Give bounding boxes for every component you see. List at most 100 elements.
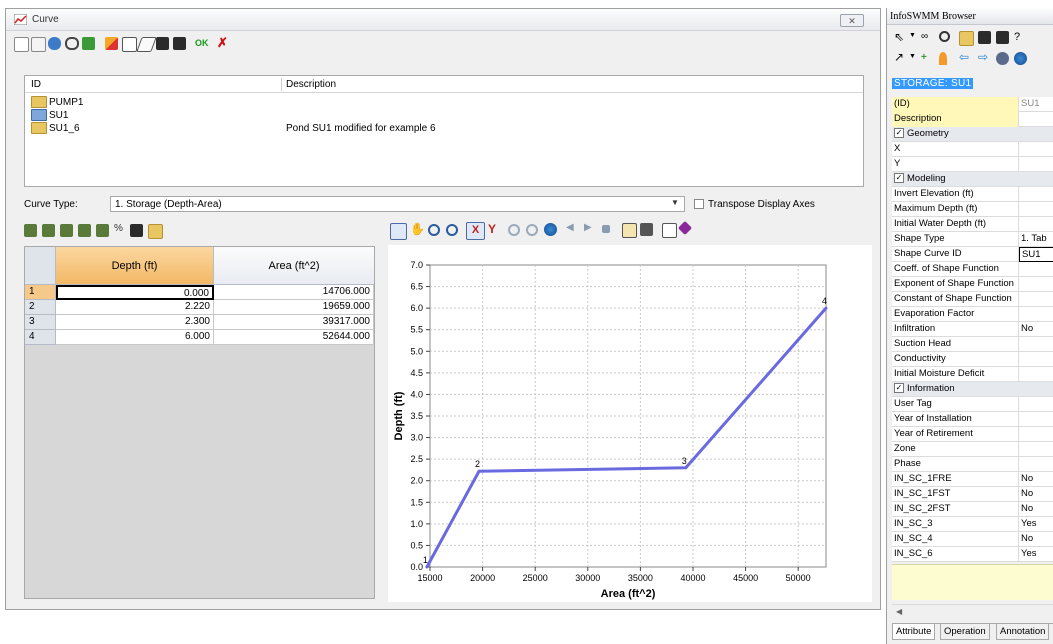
- property-row[interactable]: IN_SC_6 Yes: [892, 547, 1053, 562]
- property-row[interactable]: User Tag: [892, 397, 1053, 412]
- eraser-icon[interactable]: [136, 37, 157, 52]
- delete-element-icon[interactable]: [996, 52, 1009, 65]
- depth-cell[interactable]: 0.000: [56, 285, 214, 300]
- link-icon[interactable]: [65, 37, 79, 50]
- property-row[interactable]: Year of Installation: [892, 412, 1053, 427]
- binoculars-icon[interactable]: ∞: [921, 31, 934, 44]
- zoom-in-icon[interactable]: [428, 224, 440, 236]
- list-item[interactable]: PUMP1: [31, 96, 83, 109]
- property-value[interactable]: [1019, 397, 1053, 412]
- property-value[interactable]: Yes: [1019, 517, 1053, 532]
- property-value[interactable]: [1019, 427, 1053, 442]
- property-row[interactable]: Initial Moisture Deficit: [892, 367, 1053, 382]
- tab-operation[interactable]: Operation: [940, 624, 990, 640]
- property-value[interactable]: [1019, 217, 1053, 232]
- next-icon[interactable]: ▶: [584, 222, 597, 235]
- property-value[interactable]: No: [1019, 502, 1053, 517]
- property-value[interactable]: [1019, 292, 1053, 307]
- property-value[interactable]: SU1: [1019, 247, 1053, 262]
- property-value[interactable]: Yes: [1019, 547, 1053, 562]
- property-row[interactable]: (ID) SU1: [892, 97, 1053, 112]
- property-row[interactable]: Coeff. of Shape Function: [892, 262, 1053, 277]
- horizontal-scrollbar[interactable]: ◀: [892, 604, 1053, 619]
- close-button[interactable]: ✕: [840, 14, 864, 27]
- property-row[interactable]: IN_SC_1FST No: [892, 487, 1053, 502]
- property-value[interactable]: [1019, 337, 1053, 352]
- earth-icon[interactable]: [1014, 52, 1027, 65]
- previous-icon[interactable]: ◀: [566, 222, 579, 235]
- property-value[interactable]: [1019, 142, 1053, 157]
- property-value[interactable]: [1019, 352, 1053, 367]
- property-section[interactable]: ✓ Modeling: [892, 172, 1053, 187]
- area-cell[interactable]: 14706.000: [214, 285, 374, 300]
- globe-icon[interactable]: [544, 223, 557, 236]
- property-value[interactable]: [1019, 112, 1053, 127]
- description-column-header[interactable]: Description: [286, 79, 336, 90]
- property-value[interactable]: [1019, 187, 1053, 202]
- property-row[interactable]: Suction Head: [892, 337, 1053, 352]
- list-item[interactable]: SU1_6 Pond SU1 modified for example 6: [31, 122, 851, 135]
- property-value[interactable]: [1019, 367, 1053, 382]
- property-row[interactable]: IN_SC_1FRE No: [892, 472, 1053, 487]
- chart-edit-icon[interactable]: [390, 223, 407, 240]
- y-axis-icon[interactable]: Y: [488, 222, 501, 236]
- depth-column-header[interactable]: Depth (ft): [56, 247, 214, 285]
- depth-cell[interactable]: 2.220: [56, 300, 214, 315]
- property-value[interactable]: [1019, 202, 1053, 217]
- property-value[interactable]: [1019, 262, 1053, 277]
- row-number[interactable]: 3: [25, 315, 56, 330]
- save-grid-icon[interactable]: [130, 224, 143, 237]
- back-arrow-icon[interactable]: ⇦: [959, 50, 972, 64]
- new-curve-icon[interactable]: [14, 37, 29, 52]
- property-section[interactable]: ✓ Geometry: [892, 127, 1053, 142]
- property-row[interactable]: Year of Retirement: [892, 427, 1053, 442]
- property-row[interactable]: IN_SC_4 No: [892, 532, 1053, 547]
- depth-cell[interactable]: 2.300: [56, 315, 214, 330]
- property-value[interactable]: [1019, 457, 1053, 472]
- property-section[interactable]: ✓ Information: [892, 382, 1053, 397]
- property-value[interactable]: No: [1019, 472, 1053, 487]
- area-cell[interactable]: 19659.000: [214, 300, 374, 315]
- property-value[interactable]: No: [1019, 532, 1053, 547]
- forward-arrow-icon[interactable]: ⇨: [978, 50, 991, 64]
- tab-annotation[interactable]: Annotation: [996, 624, 1050, 640]
- section-checkbox-icon[interactable]: ✓: [894, 383, 904, 394]
- property-row[interactable]: Shape Curve ID SU1: [892, 247, 1053, 262]
- property-row[interactable]: Y: [892, 157, 1053, 172]
- insert-row-icon[interactable]: [24, 224, 37, 237]
- property-row[interactable]: Conductivity: [892, 352, 1053, 367]
- duplicate-icon[interactable]: [122, 37, 137, 52]
- property-row[interactable]: Shape Type 1. Tab: [892, 232, 1053, 247]
- edit-grid-icon[interactable]: [96, 224, 109, 237]
- scroll-left-icon[interactable]: ◀: [896, 607, 902, 616]
- area-cell[interactable]: 52644.000: [214, 330, 374, 345]
- stop-icon[interactable]: [602, 225, 610, 233]
- pointer-icon[interactable]: ↗: [894, 51, 907, 64]
- add-icon[interactable]: [82, 37, 95, 50]
- property-row[interactable]: IN_SC_3 Yes: [892, 517, 1053, 532]
- property-value[interactable]: [1019, 277, 1053, 292]
- save-icon[interactable]: [156, 37, 169, 50]
- tab-attribute[interactable]: Attribute: [892, 624, 936, 640]
- property-row[interactable]: Initial Water Depth (ft): [892, 217, 1053, 232]
- search-icon[interactable]: [939, 31, 950, 42]
- section-checkbox-icon[interactable]: ✓: [894, 128, 904, 139]
- depth-cell[interactable]: 6.000: [56, 330, 214, 345]
- select-arrow-icon[interactable]: ⇖: [894, 31, 907, 44]
- area-column-header[interactable]: Area (ft^2): [214, 247, 374, 285]
- percent-icon[interactable]: %: [114, 223, 127, 236]
- open-file-icon[interactable]: [959, 31, 974, 46]
- property-row[interactable]: Maximum Depth (ft): [892, 202, 1053, 217]
- import-icon[interactable]: [48, 37, 61, 50]
- property-row[interactable]: X: [892, 142, 1053, 157]
- zoom-reset-icon[interactable]: [508, 224, 520, 236]
- row-number[interactable]: 2: [25, 300, 56, 315]
- id-column-header[interactable]: ID: [31, 79, 41, 90]
- property-value[interactable]: [1019, 442, 1053, 457]
- locate-icon[interactable]: [939, 52, 947, 65]
- list-item[interactable]: SU1: [31, 109, 68, 122]
- save-as-icon[interactable]: [173, 37, 186, 50]
- print-icon[interactable]: [640, 223, 653, 236]
- property-value[interactable]: [1019, 412, 1053, 427]
- delete-row-icon[interactable]: [60, 224, 73, 237]
